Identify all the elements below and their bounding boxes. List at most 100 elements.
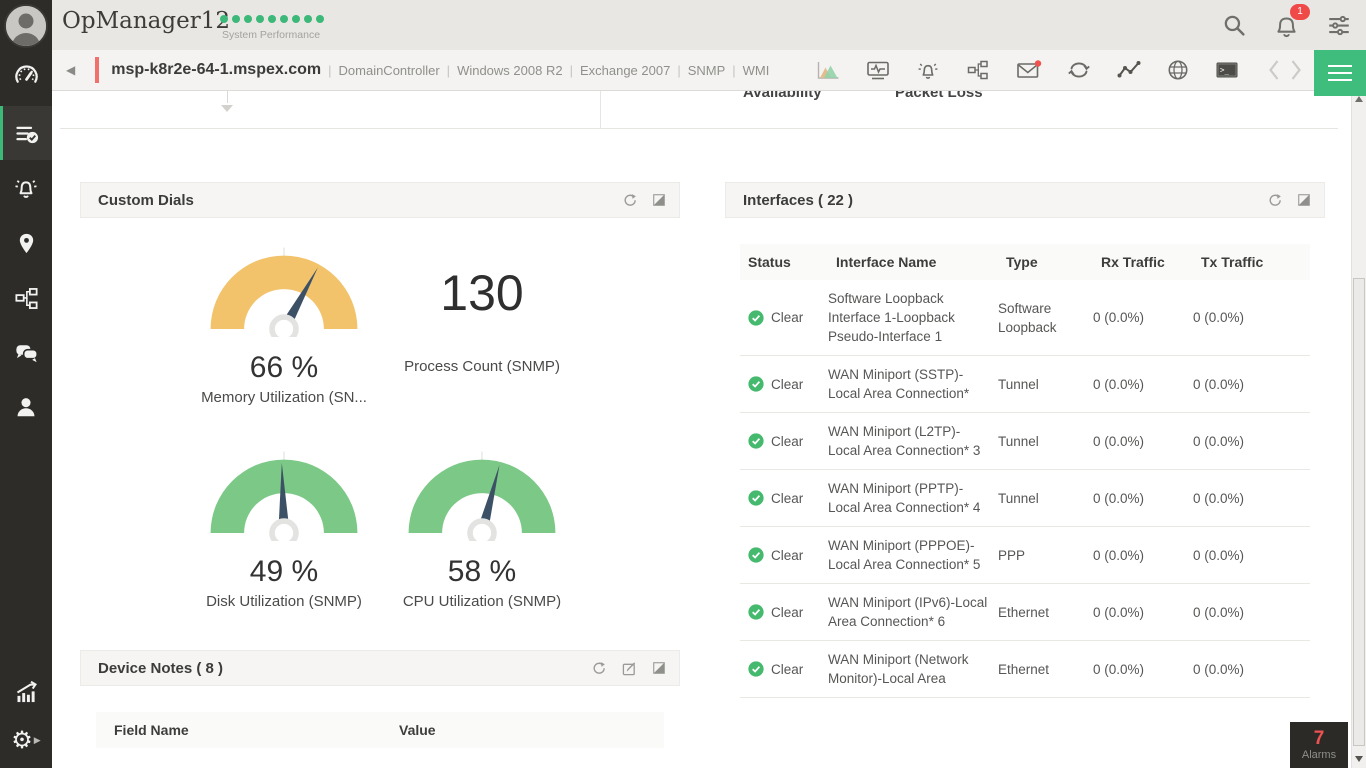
expand-button[interactable] [653, 662, 665, 674]
settings-gear-icon: ⚙ [11, 726, 33, 754]
menu-hamburger-icon [1328, 65, 1352, 67]
interface-table-row[interactable]: Clear WAN Miniport (PPPOE)-Local Area Con… [740, 527, 1310, 584]
alarm-bell-button[interactable] [915, 58, 941, 82]
interface-table-row[interactable]: Clear WAN Miniport (PPTP)-Local Area Conn… [740, 470, 1310, 527]
refresh-button[interactable] [591, 661, 606, 676]
panel-title: Device Notes ( 8 ) [98, 659, 224, 677]
search-button[interactable] [1222, 13, 1247, 38]
expand-button[interactable] [653, 194, 665, 206]
expand-button[interactable] [1298, 194, 1310, 206]
column-divider [600, 91, 601, 128]
status-label: Clear [771, 490, 804, 506]
interface-table-row[interactable]: Clear WAN Miniport (IPv6)-Local Area Conn… [740, 584, 1310, 641]
performance-chart-button[interactable] [815, 58, 841, 82]
collapse-triangle-icon[interactable] [221, 105, 233, 112]
web-globe-button[interactable] [1166, 58, 1190, 82]
sidebar-item-workflows[interactable] [0, 273, 52, 323]
status-clear-icon [748, 309, 764, 326]
status-label: Clear [771, 310, 804, 325]
line-graph-icon [1117, 61, 1141, 78]
alarms-badge[interactable]: 7 Alarms [1290, 722, 1348, 768]
status-label: Clear [771, 661, 804, 677]
alarm-bell-icon [918, 63, 938, 79]
chevron-left-icon [1269, 60, 1279, 80]
next-chevron-button[interactable] [1290, 59, 1302, 81]
device-name[interactable]: msp-k8r2e-64-1.mspex.com [111, 61, 321, 79]
interface-table-row[interactable]: Clear WAN Miniport (Network Monitor)-Loca… [740, 641, 1310, 698]
sidebar-item-users[interactable] [0, 382, 52, 432]
status-label: Clear [771, 433, 804, 449]
line-graph-button[interactable] [1116, 58, 1142, 82]
dial: 130 Process Count (SNMP) [383, 246, 581, 406]
sidebar-item-alarms[interactable] [0, 163, 52, 213]
custom-dials-panel: Custom Dials 66 % Memory Utilization (SN… [80, 182, 680, 610]
refresh-icon [1269, 193, 1281, 206]
column-header-status: Status [748, 254, 791, 270]
interface-table-row[interactable]: Clear Software Loopback Interface 1-Loopb… [740, 280, 1310, 356]
performance-chart-icon [817, 62, 839, 79]
notifications-button[interactable]: 1 [1273, 3, 1310, 39]
column-header-value: Value [399, 722, 436, 738]
scroll-up-arrow-icon[interactable] [1355, 96, 1363, 102]
dial-value: 58 % [447, 555, 517, 588]
dial-label: Process Count (SNMP) [404, 358, 560, 375]
type-cell: PPP [998, 547, 1026, 563]
interface-name-cell: WAN Miniport (Network Monitor)-Local Are… [828, 652, 969, 686]
scrollbar-thumb[interactable] [1353, 278, 1365, 746]
column-header-interface-name: Interface Name [836, 254, 937, 270]
refresh-button[interactable] [622, 193, 637, 208]
gauge-dial [210, 451, 358, 541]
prev-chevron-button[interactable] [1268, 59, 1280, 81]
monitor-pulse-button[interactable] [865, 58, 891, 82]
avatar-photo [6, 6, 46, 46]
sidebar-item-maps[interactable] [0, 218, 52, 268]
workflow-button[interactable] [965, 58, 991, 82]
sidebar-item-inventory[interactable] [0, 106, 52, 160]
vertical-scrollbar[interactable] [1351, 91, 1366, 768]
type-cell: Software Loopback [998, 300, 1057, 335]
status-clear-icon [748, 661, 764, 677]
scroll-down-arrow-icon[interactable] [1355, 756, 1363, 762]
rx-traffic-cell: 0 (0.0%) [1093, 661, 1145, 677]
status-dot [256, 15, 264, 23]
type-cell: Tunnel [998, 433, 1039, 449]
status-clear-icon [748, 547, 764, 563]
status-cell: Clear [740, 490, 828, 506]
mail-icon [1017, 60, 1042, 78]
edit-button[interactable] [622, 661, 637, 676]
rx-traffic-cell: 0 (0.0%) [1093, 433, 1145, 449]
terminal-button[interactable]: >_ [1214, 58, 1240, 82]
dial-label: CPU Utilization (SNMP) [402, 593, 562, 610]
refresh-button[interactable] [1267, 193, 1282, 208]
dial: 66 % Memory Utilization (SN... [185, 246, 383, 406]
status-dot [304, 15, 312, 23]
interface-name-cell: WAN Miniport (PPPOE)-Local Area Connecti… [828, 538, 981, 572]
back-chevron-icon[interactable]: ◀ [66, 63, 75, 77]
sidebar-item-reports[interactable] [0, 667, 52, 717]
settings-button[interactable] [1326, 12, 1352, 38]
tx-traffic-cell: 0 (0.0%) [1193, 604, 1245, 620]
attribute-separator: | [569, 62, 573, 78]
avatar[interactable] [4, 4, 48, 48]
search-icon [1224, 15, 1245, 36]
dial: 58 % CPU Utilization (SNMP) [383, 450, 581, 610]
tx-traffic-cell: 0 (0.0%) [1193, 376, 1245, 392]
interface-table-row[interactable]: Clear WAN Miniport (L2TP)-Local Area Conn… [740, 413, 1310, 470]
severity-bar [95, 57, 100, 83]
attribute-separator: | [677, 62, 681, 78]
mail-button[interactable] [1015, 58, 1042, 82]
sidebar-item-monitoring[interactable] [0, 50, 52, 100]
device-attribute: WMI [742, 62, 770, 78]
interface-name-cell: WAN Miniport (IPv6)-Local Area Connectio… [828, 595, 988, 629]
interface-table-row[interactable]: Clear WAN Miniport (SSTP)-Local Area Conn… [740, 356, 1310, 413]
menu-hamburger-button[interactable] [1314, 50, 1366, 96]
sidebar-item-chat[interactable] [0, 327, 52, 377]
status-cell: Clear [740, 547, 828, 563]
tx-traffic-cell: 0 (0.0%) [1193, 433, 1245, 449]
status-clear-icon [748, 490, 764, 506]
status-clear-icon [748, 433, 764, 449]
sidebar-item-settings[interactable]: ⚙ ▶ [0, 715, 52, 765]
sync-loop-button[interactable] [1066, 58, 1092, 82]
section-divider [60, 128, 1338, 129]
alarm-count: 7 [1313, 728, 1325, 749]
